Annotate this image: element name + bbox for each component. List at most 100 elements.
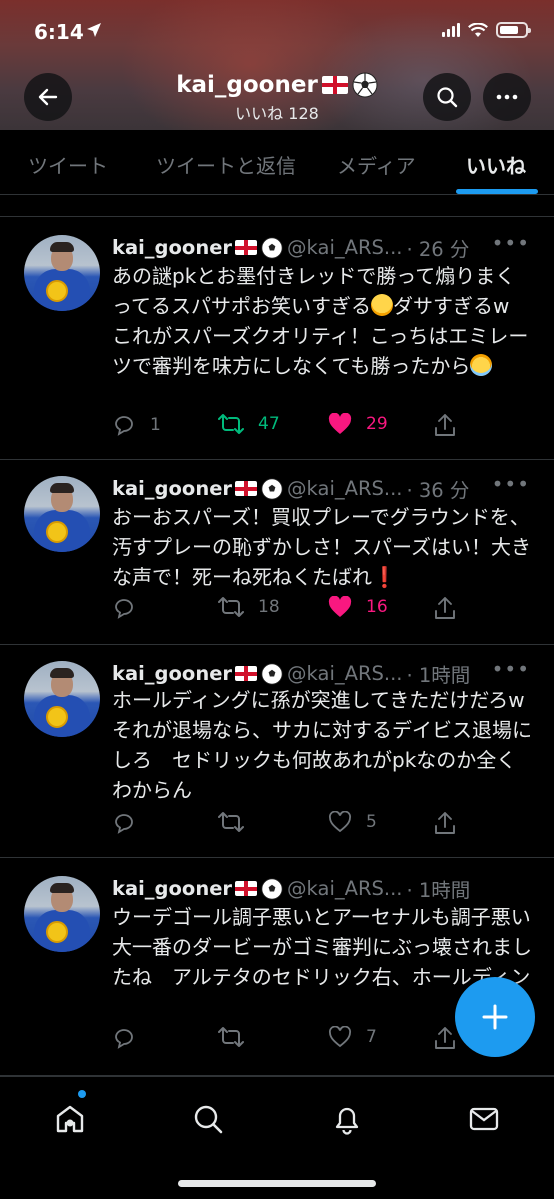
retweet-icon [218,1027,244,1047]
retweet-button[interactable]: 47 [218,413,280,435]
search-button[interactable] [423,73,471,121]
tweet-text: ウーデゴール調子悪いとアーセナルも調子悪い 大一番のダービーがゴミ審判にぶっ壊さ… [112,905,532,989]
retweet-count: 18 [258,597,280,617]
tweet-handle: @kai_ARS... [287,662,403,685]
avatar[interactable] [24,661,100,737]
soccer-ball-icon [261,662,283,685]
tweet-text: おーおスパーズ！買収プレーでグラウンドを、汚すプレーの恥ずかしさ！スパーズはい！… [112,505,531,589]
tweet-actions: 18 16 [112,596,532,626]
avatar[interactable] [24,876,100,952]
share-button[interactable] [434,811,456,835]
profile-tabs: ツイート ツイートと返信 メディア いいね [0,130,554,195]
home-icon [56,1105,84,1133]
avatar[interactable] [24,235,100,311]
soccer-ball-icon [352,72,378,98]
tweet-author-name[interactable]: kai_gooner [112,662,232,685]
tweet-more-icon[interactable]: ••• [492,231,530,255]
reply-button[interactable] [112,596,150,620]
tweet-time: · 1時間 [406,664,471,687]
more-button[interactable] [483,73,531,121]
avatar[interactable] [24,476,100,552]
reply-button[interactable] [112,811,150,835]
retweet-button[interactable] [218,1026,258,1048]
like-button[interactable]: 7 [328,1026,377,1048]
share-button[interactable] [434,596,456,620]
status-bar: 6:14 [0,0,554,64]
tweet-author-name[interactable]: kai_gooner [112,877,232,900]
heart-icon [329,1026,351,1048]
nav-messages[interactable] [464,1099,504,1139]
tweet[interactable]: kai_gooner @kai_ARS... · 36 分 ••• おーおスパー… [0,460,554,645]
tweet-handle: @kai_ARS... [287,477,403,500]
share-button[interactable] [434,413,456,437]
battery-icon [496,22,531,38]
retweet-count: 47 [258,414,280,434]
tweet-handle: @kai_ARS... [287,877,403,900]
angel-emoji-icon [470,354,493,376]
retweet-button[interactable]: 18 [218,596,280,618]
retweet-icon [218,414,244,434]
england-flag-icon [235,481,258,496]
england-flag-icon [235,240,258,255]
reply-icon [115,1029,133,1049]
reply-button[interactable]: 1 [112,413,161,437]
soccer-ball-icon [261,877,283,900]
share-icon [435,597,455,619]
tweet-header: kai_gooner @kai_ARS... · 1時間 [112,659,470,688]
like-count: 16 [366,597,388,617]
soccer-ball-icon [261,236,283,259]
laughing-emoji-icon [371,294,393,316]
profile-username: kai_gooner [176,72,318,98]
nav-notifications[interactable] [327,1099,367,1139]
tweet-author-name[interactable]: kai_gooner [112,477,232,500]
tab-media[interactable]: メディア [337,150,416,179]
tweet[interactable]: kai_gooner @kai_ARS... · 26 分 ••• あの謎pkと… [0,217,554,460]
like-button[interactable]: 5 [328,811,377,833]
england-flag-icon [321,76,348,94]
tweet-time: · 36 分 [406,479,470,502]
exclamation-emoji-icon: ❗ [372,565,397,589]
signal-icon [442,23,460,37]
tweet-time: · 26 分 [406,238,470,261]
tab-tweets[interactable]: ツイート [28,150,108,179]
reply-icon [115,814,133,834]
search-icon [437,87,458,108]
tweet-author-name[interactable]: kai_gooner [112,236,232,259]
share-button[interactable] [434,1026,456,1050]
tweet-text: ホールディングに孫が突進してきただけだろw それが退場なら、サカに対するデイビス… [112,688,532,802]
tab-tweets-and-replies[interactable]: ツイートと返信 [156,150,296,179]
reply-button[interactable] [112,1026,150,1050]
reply-icon [115,599,133,619]
new-content-badge [78,1090,86,1098]
messages-icon [469,1107,499,1131]
tweet-header: kai_gooner @kai_ARS... · 36 分 [112,474,469,503]
retweet-button[interactable] [218,811,258,833]
like-count: 29 [366,414,388,434]
england-flag-icon [235,881,258,896]
nav-search[interactable] [188,1099,228,1139]
profile-title: kai_gooner [176,72,378,98]
notifications-icon [335,1107,359,1135]
tweet-more-icon[interactable]: ••• [492,657,530,681]
retweet-icon [218,597,244,617]
tweet-time: · 1時間 [406,879,471,902]
share-icon [435,1027,455,1049]
like-button[interactable]: 29 [328,413,388,435]
home-indicator [178,1180,376,1187]
compose-tweet-button[interactable] [455,977,535,1057]
like-button[interactable]: 16 [328,596,388,618]
tweet-text: あの謎pkとお墨付きレッドで勝って煽りまくってるスパサポお笑いすぎる ダサすぎるw… [112,264,529,378]
tweet-header: kai_gooner @kai_ARS... · 26 分 [112,233,469,262]
reply-icon [115,416,133,436]
status-time: 6:14 [34,20,84,44]
tweet-more-icon[interactable]: ••• [492,472,530,496]
england-flag-icon [235,666,258,681]
nav-home[interactable] [50,1099,90,1139]
tab-likes[interactable]: いいね [466,150,526,179]
reply-count: 1 [150,415,161,435]
wifi-icon [468,22,488,37]
location-arrow-icon [86,22,102,42]
retweet-icon [218,812,244,832]
tweet[interactable]: kai_gooner @kai_ARS... · 1時間 ••• ホールディング… [0,645,554,858]
like-count: 7 [366,1027,377,1047]
